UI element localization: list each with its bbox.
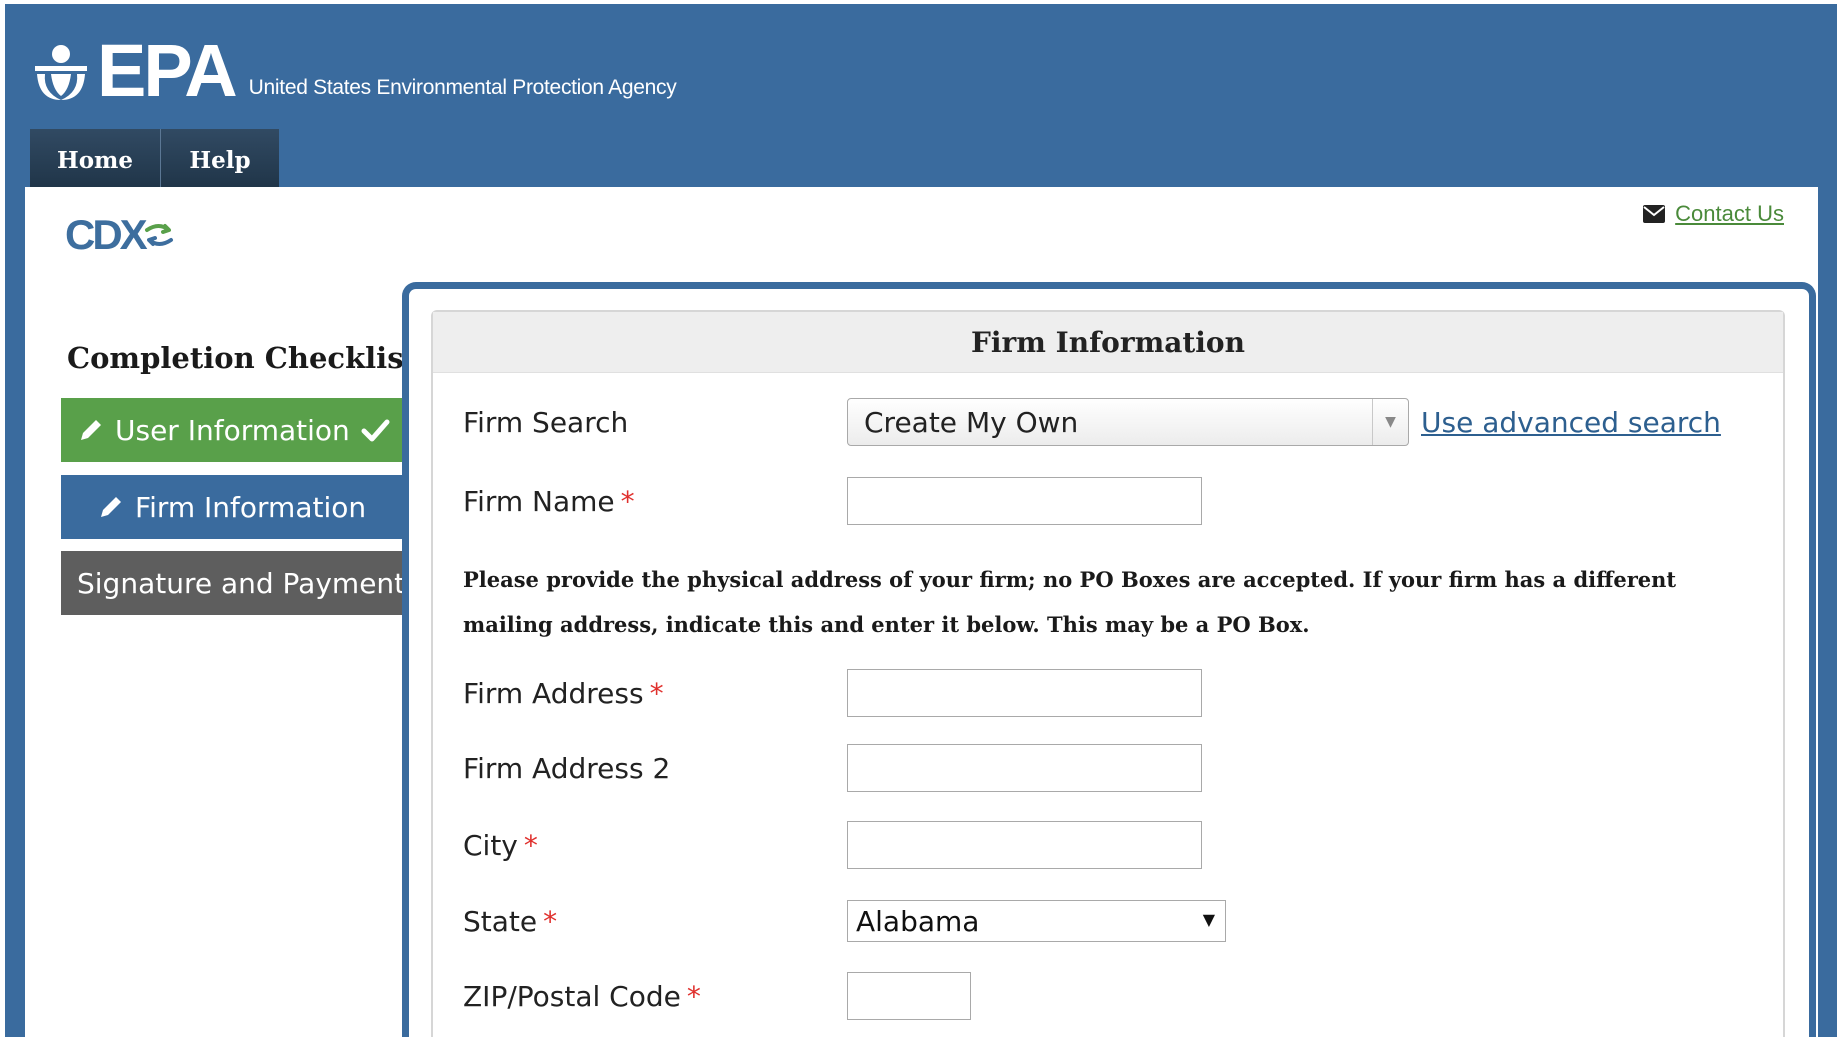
nav-home-tab[interactable]: Home: [30, 129, 161, 191]
address-instructions: Please provide the physical address of y…: [463, 567, 1677, 637]
state-row: State * Alabama ▼: [463, 900, 1226, 942]
firm-name-label-text: Firm Name: [463, 484, 615, 518]
checklist-item-user-information[interactable]: User Information: [61, 398, 411, 462]
cdx-logo[interactable]: CDX: [65, 211, 175, 259]
firm-search-row: Firm Search Create My Own ▼ Use advanced…: [463, 398, 1721, 446]
contact-us: Contact Us: [1643, 201, 1784, 227]
checklist-item-label: Firm Information: [135, 490, 367, 524]
state-selected-value: Alabama: [856, 904, 980, 938]
exchange-arrows-icon: [144, 224, 173, 246]
zip-label-text: ZIP/Postal Code: [463, 979, 681, 1013]
advanced-search-link[interactable]: Use advanced search: [1421, 406, 1721, 439]
checkmark-icon: [361, 419, 390, 442]
epa-logo-text: EPA: [97, 29, 238, 112]
firm-address2-input[interactable]: [847, 744, 1202, 792]
firm-information-panel: Firm Information Firm Search Create My O…: [431, 310, 1785, 1037]
required-marker: *: [523, 828, 538, 862]
epa-logo[interactable]: EPA United States Environmental Protecti…: [31, 29, 677, 112]
firm-address2-row: Firm Address 2: [463, 744, 1202, 792]
city-label-text: City: [463, 828, 518, 862]
contact-us-link[interactable]: Contact Us: [1675, 201, 1784, 227]
required-marker: *: [649, 676, 664, 710]
firm-search-label: Firm Search: [463, 405, 629, 439]
pencil-icon: [101, 497, 121, 517]
firm-address-row: Firm Address *: [463, 669, 1202, 717]
checklist-item-firm-information[interactable]: Firm Information: [61, 475, 411, 539]
firm-address-input[interactable]: [847, 669, 1202, 717]
zip-input[interactable]: [847, 972, 971, 1020]
checklist-item-label: Signature and Payment: [77, 566, 406, 600]
top-navigation: Home Help: [30, 129, 279, 191]
checklist-title: Completion Checklist: [67, 341, 417, 375]
firm-search-combobox[interactable]: Create My Own ▼: [847, 398, 1409, 446]
state-label: State *: [463, 905, 847, 938]
zip-row: ZIP/Postal Code *: [463, 972, 971, 1020]
state-label-text: State: [463, 904, 538, 938]
panel-title: Firm Information: [433, 312, 1783, 373]
required-marker: *: [620, 484, 635, 518]
firm-name-label: Firm Name *: [463, 485, 847, 518]
firm-name-input[interactable]: [847, 477, 1202, 525]
zip-label: ZIP/Postal Code *: [463, 980, 847, 1013]
cdx-logo-text: CDX: [65, 211, 148, 258]
firm-address-label-text: Firm Address: [463, 676, 644, 710]
envelope-icon: [1643, 205, 1666, 223]
required-marker: *: [543, 904, 558, 938]
state-select[interactable]: Alabama ▼: [847, 900, 1226, 942]
city-input[interactable]: [847, 821, 1202, 869]
firm-search-value: Create My Own: [864, 405, 1079, 439]
checklist-item-label: User Information: [115, 413, 350, 447]
caret-down-icon: ▼: [1202, 910, 1215, 929]
pencil-icon: [81, 420, 101, 440]
firm-address2-label: Firm Address 2: [463, 751, 671, 785]
firm-name-row: Firm Name *: [463, 477, 1202, 525]
main-content: CDX Contact Us Completion Checklist User…: [25, 187, 1818, 1037]
agency-name: United States Environmental Protection A…: [248, 76, 677, 99]
city-row: City *: [463, 821, 1202, 869]
required-marker: *: [686, 979, 701, 1013]
city-label: City *: [463, 829, 847, 862]
checklist-item-signature-and-payment[interactable]: Signature and Payment: [61, 551, 411, 615]
firm-address-label: Firm Address *: [463, 677, 847, 710]
nav-help-tab[interactable]: Help: [161, 129, 279, 191]
chevron-down-icon[interactable]: ▼: [1372, 399, 1408, 445]
epa-flower-icon: [35, 45, 87, 100]
